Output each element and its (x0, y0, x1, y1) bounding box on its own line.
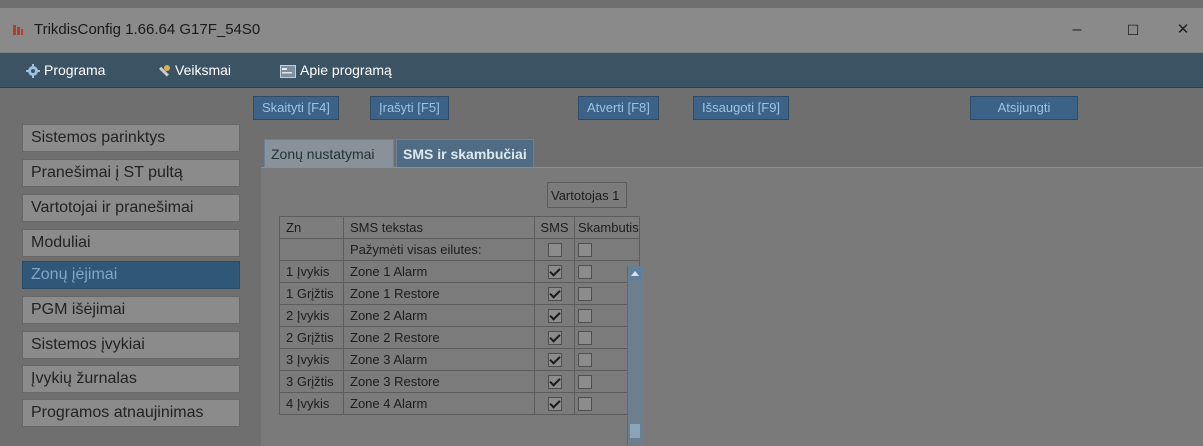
zone-event-cell: 3 Grįžtis (279, 370, 344, 393)
sms-text-cell[interactable]: Zone 1 Restore (343, 282, 535, 305)
sms-text-cell[interactable]: Zone 1 Alarm (343, 260, 535, 283)
table-row: 2 Grįžtis Zone 2 Restore (279, 326, 640, 349)
menu-programa-label: Programa (44, 62, 106, 78)
table-scrollbar[interactable] (627, 266, 644, 445)
info-panel-icon (280, 64, 296, 78)
tab-sms-ir-skambuciai[interactable]: SMS ir skambučiai (396, 139, 534, 167)
call-checkbox[interactable] (578, 331, 592, 346)
call-checkbox[interactable] (578, 353, 592, 368)
select-all-row: Pažymėti visas eilutes: (279, 238, 640, 261)
sms-text-cell[interactable]: Zone 3 Alarm (343, 348, 535, 371)
table-body: 1 Įvykis Zone 1 Alarm 1 Grįžtis Zone 1 Rest… (279, 260, 640, 415)
zone-event-cell: 2 Įvykis (279, 304, 344, 327)
table-row: 3 Įvykis Zone 3 Alarm (279, 348, 640, 371)
sms-text-cell[interactable]: Zone 2 Restore (343, 326, 535, 349)
sidebar-item-zonu-iejimai[interactable]: Zonų įėjimai (22, 261, 240, 289)
write-button[interactable]: Įrašyti [F5] (370, 96, 449, 120)
sms-text-cell[interactable]: Zone 3 Restore (343, 370, 535, 393)
read-button[interactable]: Skaityti [F4] (253, 96, 339, 120)
sms-checkbox[interactable] (547, 265, 562, 280)
wrench-icon (159, 65, 170, 77)
sidebar-item-sistemos-parinktys[interactable]: Sistemos parinktys (22, 124, 240, 152)
close-button[interactable]: ✕ (1168, 18, 1198, 42)
sms-checkbox[interactable] (547, 353, 562, 368)
sms-checkbox[interactable] (547, 397, 562, 412)
sms-text-cell[interactable]: Zone 4 Alarm (343, 392, 535, 415)
select-all-sms-checkbox[interactable] (547, 243, 562, 258)
sms-events-table: Zn SMS tekstas SMS Skambutis Pažymėti vi… (279, 216, 640, 415)
call-checkbox[interactable] (578, 265, 592, 280)
zone-event-cell: 1 Įvykis (279, 260, 344, 283)
zone-event-cell: 4 Įvykis (279, 392, 344, 415)
call-checkbox[interactable] (578, 397, 592, 412)
sms-checkbox[interactable] (547, 287, 562, 302)
scroll-up-icon[interactable] (629, 268, 641, 280)
sms-checkbox[interactable] (547, 375, 562, 390)
table-row: 4 Įvykis Zone 4 Alarm (279, 392, 640, 415)
sidebar-item-programos-atnaujinimas[interactable]: Programos atnaujinimas (22, 399, 240, 427)
menu-apie-programa-label: Apie programą (300, 62, 392, 78)
menu-veiksmai[interactable]: Veiksmai (157, 59, 231, 81)
table-row: 2 Įvykis Zone 2 Alarm (279, 304, 640, 327)
open-button[interactable]: Atverti [F8] (578, 96, 659, 120)
sidebar-item-sistemos-ivykiai[interactable]: Sistemos įvykiai (22, 331, 240, 359)
save-button[interactable]: Išsaugoti [F9] (693, 96, 790, 120)
tab-zonu-nustatymai[interactable]: Zonų nustatymai (264, 139, 394, 167)
column-header-call: Skambutis (574, 216, 640, 239)
zone-event-cell: 2 Grįžtis (279, 326, 344, 349)
call-checkbox[interactable] (578, 309, 592, 324)
select-all-label: Pažymėti visas eilutes: (343, 238, 535, 261)
table-row: 3 Grįžtis Zone 3 Restore (279, 370, 640, 393)
gear-icon (26, 64, 40, 79)
table-header-row: Zn SMS tekstas SMS Skambutis (279, 216, 640, 239)
user-group-header: Vartotojas 1 (547, 182, 627, 208)
table-row: 1 Įvykis Zone 1 Alarm (279, 260, 640, 283)
select-all-empty-cell (279, 238, 344, 261)
sms-checkbox[interactable] (547, 309, 562, 324)
scroll-thumb[interactable] (630, 424, 640, 438)
sms-checkbox[interactable] (547, 331, 562, 346)
zone-event-cell: 1 Grįžtis (279, 282, 344, 305)
menu-programa[interactable]: Programa (26, 59, 105, 81)
sidebar-item-pranesimai-st-pulta[interactable]: Pranešimai į ST pultą (22, 159, 240, 187)
window-title: TrikdisConfig 1.66.64 G17F_54S0 (34, 21, 261, 38)
app-logo-icon (13, 25, 23, 35)
title-bar: TrikdisConfig 1.66.64 G17F_54S0 – ☐ ✕ (0, 8, 1203, 53)
zone-event-cell: 3 Įvykis (279, 348, 344, 371)
sidebar-item-pgm-isejimai[interactable]: PGM išėjimai (22, 296, 240, 324)
menu-veiksmai-label: Veiksmai (175, 62, 232, 78)
sms-text-cell[interactable]: Zone 2 Alarm (343, 304, 535, 327)
sidebar-item-moduliai[interactable]: Moduliai (22, 229, 240, 257)
call-checkbox[interactable] (578, 287, 592, 302)
minimize-button[interactable]: – (1062, 18, 1092, 42)
table-row: 1 Grįžtis Zone 1 Restore (279, 282, 640, 305)
sidebar-item-ivykiu-zurnalas[interactable]: Įvykių žurnalas (22, 365, 240, 393)
maximize-button[interactable]: ☐ (1118, 18, 1148, 42)
column-header-sms: SMS (534, 216, 575, 239)
select-all-call-checkbox[interactable] (578, 243, 592, 258)
menu-apie-programa[interactable]: Apie programą (280, 59, 392, 81)
call-checkbox[interactable] (578, 375, 592, 390)
sidebar-item-vartotojai[interactable]: Vartotojai ir pranešimai (22, 194, 240, 222)
column-header-sms-text: SMS tekstas (343, 216, 535, 239)
column-header-zn: Zn (279, 216, 344, 239)
menu-bar: Programa Veiksmai Apie programą (0, 53, 1203, 88)
disconnect-button[interactable]: Atsijungti (970, 96, 1078, 120)
